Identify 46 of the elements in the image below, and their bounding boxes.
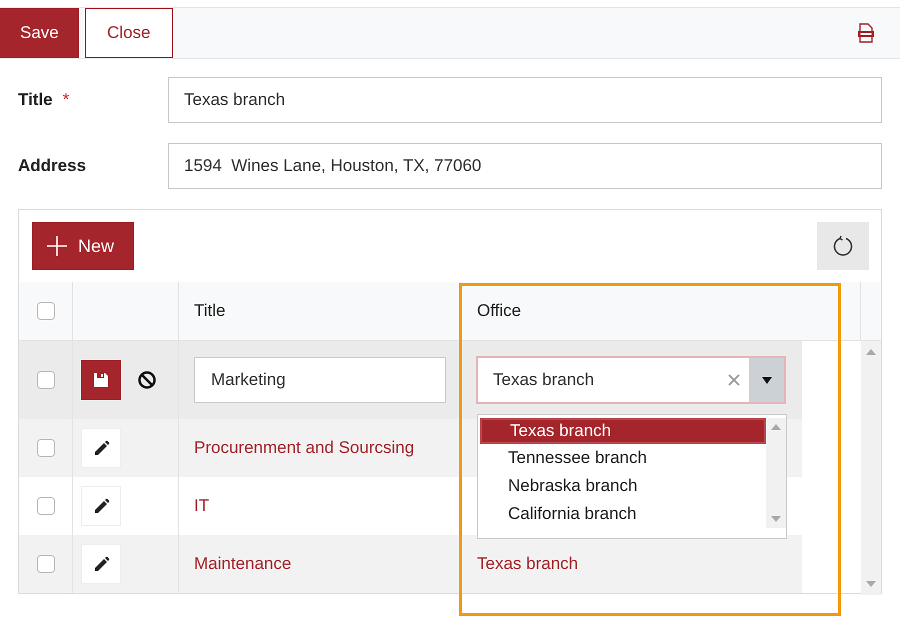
save-button[interactable]: Save: [0, 8, 79, 58]
scroll-down-icon[interactable]: [771, 516, 781, 522]
new-button[interactable]: New: [32, 222, 134, 270]
checkbox[interactable]: [36, 555, 54, 573]
pencil-icon: [92, 497, 110, 515]
scroll-down-icon[interactable]: [866, 581, 876, 587]
column-header[interactable]: Office: [477, 301, 522, 321]
edit-button[interactable]: [81, 486, 121, 526]
dropdown-option[interactable]: Tennessee branch: [480, 444, 766, 472]
cancel-icon: [137, 370, 157, 390]
save-button[interactable]: [81, 360, 121, 400]
pencil-icon: [92, 439, 110, 457]
required-mark: *: [62, 90, 70, 110]
pencil-icon: [92, 555, 110, 573]
checkbox[interactable]: [36, 302, 54, 320]
field-label: Title: [18, 90, 53, 110]
caret-icon: [762, 376, 772, 384]
refresh-button[interactable]: [817, 222, 869, 270]
checkbox[interactable]: [36, 439, 54, 457]
plus-icon: [46, 235, 68, 257]
dropdown-option[interactable]: Texas branch: [480, 418, 766, 444]
checkbox[interactable]: [36, 371, 54, 389]
scroll-up-icon[interactable]: [866, 349, 876, 355]
edit-button[interactable]: [81, 428, 121, 468]
edit-button[interactable]: [81, 544, 121, 584]
checkbox[interactable]: [36, 497, 54, 515]
dropdown-button[interactable]: [749, 358, 784, 402]
scrollbar[interactable]: [861, 341, 881, 595]
scrollbar[interactable]: [766, 418, 786, 528]
table-cell: Texas branch: [477, 554, 578, 574]
dropdown-option[interactable]: California branch: [480, 500, 766, 528]
table-cell: IT: [194, 496, 210, 516]
input-field[interactable]: Marketing: [194, 357, 446, 403]
column-header[interactable]: Title: [194, 301, 226, 321]
input-field[interactable]: 1594 Wines Lane, Houston, TX, 77060: [168, 143, 882, 189]
table-cell: Maintenance: [194, 554, 292, 574]
table-cell: Procurenment and Sourcsing: [194, 438, 414, 458]
combo-box[interactable]: Texas branch: [476, 356, 786, 404]
scroll-up-icon[interactable]: [771, 424, 781, 430]
pdf-icon[interactable]: [856, 23, 876, 43]
refresh-icon: [832, 235, 854, 257]
dropdown-option[interactable]: Nebraska branch: [480, 472, 766, 500]
input-field[interactable]: Texas branch: [168, 77, 882, 123]
close-button[interactable]: Close: [84, 8, 173, 58]
field-label: Address: [18, 156, 86, 176]
clear-icon[interactable]: [728, 374, 740, 386]
